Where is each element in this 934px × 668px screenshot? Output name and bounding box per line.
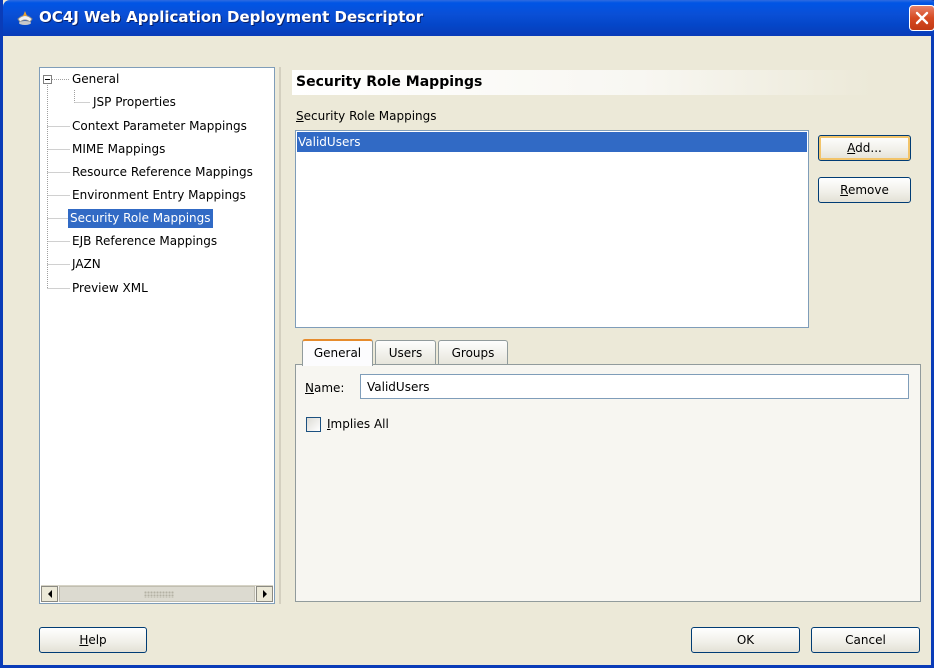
add-button[interactable]: Add... [818, 135, 911, 161]
tree-item-jsp-properties[interactable]: JSP Properties [91, 93, 178, 112]
cancel-button[interactable]: Cancel [811, 627, 920, 653]
scrollbar-thumb[interactable] [59, 586, 255, 602]
list-item[interactable]: ValidUsers [297, 132, 807, 152]
implies-all-checkbox[interactable] [306, 417, 321, 432]
security-role-mappings-label: Security Role Mappings [296, 109, 437, 123]
button-text: elp [88, 633, 107, 647]
page-title: Security Role Mappings [292, 70, 873, 95]
tree-item-label: Context Parameter Mappings [72, 119, 247, 133]
close-icon[interactable] [909, 5, 934, 31]
implies-all-label[interactable]: Implies All [327, 417, 389, 431]
mnemonic: R [840, 183, 848, 197]
security-role-list[interactable]: ValidUsers [295, 130, 809, 328]
button-text: dd... [855, 141, 882, 155]
mnemonic: S [296, 109, 304, 123]
tree-item-ejb-reference-mappings[interactable]: EJB Reference Mappings [70, 232, 219, 251]
tree-item-resource-reference-mappings[interactable]: Resource Reference Mappings [70, 163, 255, 182]
navigation-tree[interactable]: General JSP Properties Context Parameter… [39, 67, 275, 604]
tab-general[interactable]: General [302, 339, 373, 366]
mnemonic: H [79, 633, 89, 647]
tree-item-label: General [72, 72, 120, 86]
tree-item-context-parameter-mappings[interactable]: Context Parameter Mappings [70, 117, 249, 136]
label-text: ecurity Role Mappings [303, 109, 437, 123]
remove-button[interactable]: Remove [818, 177, 911, 203]
split-pane-divider[interactable] [279, 67, 281, 604]
app-icon [15, 8, 35, 28]
ok-button[interactable]: OK [691, 627, 800, 653]
dialog-window: OC4J Web Application Deployment Descript… [0, 0, 934, 668]
help-button[interactable]: Help [39, 627, 147, 653]
tree-item-jazn[interactable]: JAZN [70, 255, 103, 274]
mnemonic: N [305, 381, 314, 395]
tab-panel-general [295, 364, 921, 602]
tree-collapse-icon[interactable] [43, 75, 52, 84]
scroll-right-icon[interactable] [256, 586, 273, 602]
tree-item-label: Resource Reference Mappings [72, 165, 253, 179]
window-title: OC4J Web Application Deployment Descript… [39, 8, 424, 26]
tree-item-label: MIME Mappings [72, 142, 166, 156]
tab-users[interactable]: Users [375, 340, 436, 365]
tree-item-general[interactable]: General [70, 70, 121, 89]
tab-groups[interactable]: Groups [438, 340, 508, 365]
tree-item-security-role-mappings[interactable]: Security Role Mappings [68, 209, 213, 228]
name-label: Name: [305, 381, 344, 395]
tree-item-label: Preview XML [72, 281, 148, 295]
label-text: mplies All [330, 417, 389, 431]
label-text: ame: [313, 381, 345, 395]
tree-item-environment-entry-mappings[interactable]: Environment Entry Mappings [70, 186, 248, 205]
horizontal-scrollbar[interactable] [41, 585, 273, 602]
tree-item-label: JAZN [72, 257, 101, 271]
mnemonic: A [847, 141, 856, 155]
tree-item-preview-xml[interactable]: Preview XML [70, 279, 150, 298]
tree-item-label: Security Role Mappings [68, 209, 213, 228]
tree-item-label: EJB Reference Mappings [72, 234, 218, 248]
tree-item-label: JSP Properties [93, 95, 176, 109]
button-text: emove [847, 183, 889, 197]
title-bar[interactable]: OC4J Web Application Deployment Descript… [3, 0, 934, 36]
scrollbar-grip-icon [144, 591, 174, 598]
scroll-left-icon[interactable] [41, 586, 58, 602]
name-field[interactable] [360, 374, 909, 399]
tree-item-label: Environment Entry Mappings [72, 188, 246, 202]
tree-item-mime-mappings[interactable]: MIME Mappings [70, 140, 167, 159]
